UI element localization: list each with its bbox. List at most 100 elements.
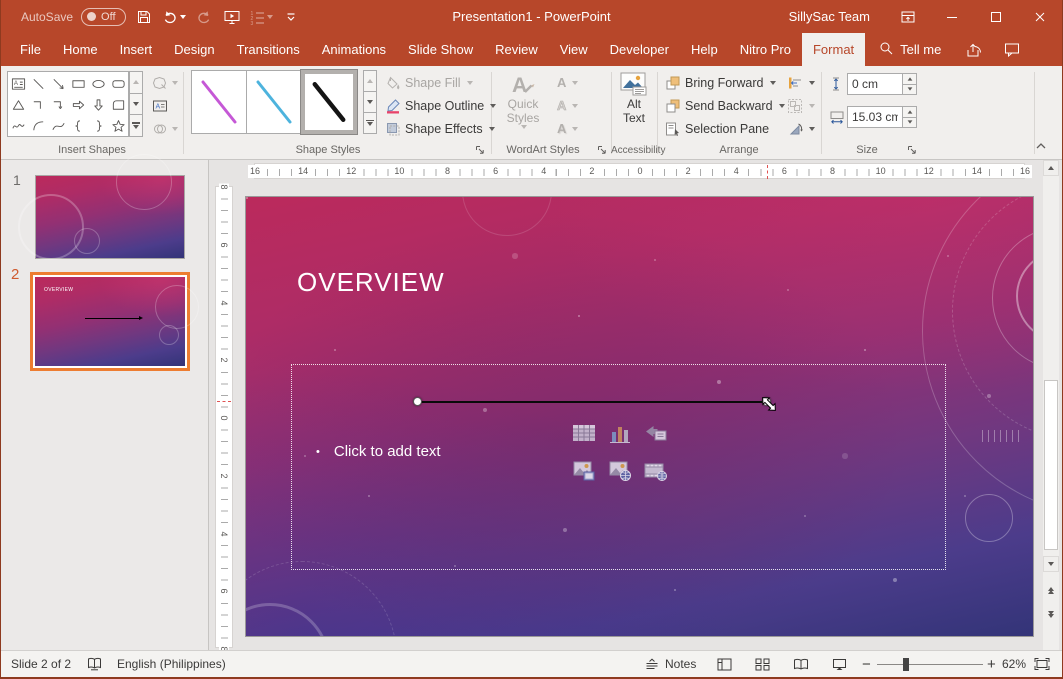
insert-chart-button[interactable] <box>607 421 633 447</box>
tab-animations[interactable]: Animations <box>311 33 397 66</box>
zoom-slider-thumb[interactable] <box>903 658 909 671</box>
shape-width-input[interactable] <box>847 106 903 128</box>
tell-me-box[interactable]: Tell me <box>865 33 955 66</box>
tab-nitro-pro[interactable]: Nitro Pro <box>729 33 802 66</box>
rotate-dropdown-icon[interactable] <box>809 127 815 131</box>
line-start-handle[interactable] <box>413 397 422 406</box>
gallery-more-icon[interactable] <box>129 115 143 137</box>
next-slide-icon[interactable] <box>1043 606 1059 622</box>
tab-help[interactable]: Help <box>680 33 729 66</box>
slide-title[interactable]: OVERVIEW <box>297 267 445 298</box>
rotate-button[interactable] <box>787 118 815 139</box>
rounded-rectangle-shape-icon[interactable] <box>108 73 128 94</box>
tab-view[interactable]: View <box>549 33 599 66</box>
style-scroll-down-icon[interactable] <box>363 92 377 113</box>
style-scroll-up-icon[interactable] <box>363 70 377 92</box>
gallery-scroll-down-icon[interactable] <box>129 94 143 116</box>
close-button[interactable] <box>1018 0 1062 33</box>
slide-canvas[interactable]: OVERVIEW • Click to add text <box>245 196 1034 637</box>
left-brace-shape-icon[interactable] <box>68 115 88 136</box>
scroll-up-icon[interactable] <box>1043 160 1059 176</box>
shape-effects-button[interactable]: Shape Effects <box>385 118 495 139</box>
comments-icon[interactable] <box>993 33 1031 66</box>
proofing-icon[interactable] <box>87 651 102 677</box>
previous-slide-icon[interactable] <box>1043 582 1059 598</box>
edit-shape-button[interactable] <box>150 72 180 93</box>
arc-shape-icon[interactable] <box>28 115 48 136</box>
rectangle-shape-icon[interactable] <box>68 73 88 94</box>
zoom-slider[interactable] <box>877 664 983 665</box>
align-dropdown-icon[interactable] <box>809 81 815 85</box>
slideshow-from-current-icon[interactable] <box>222 5 242 29</box>
shape-outline-dropdown-icon[interactable] <box>490 104 496 108</box>
tab-file[interactable]: File <box>9 33 52 66</box>
undo-icon[interactable] <box>162 5 186 29</box>
shape-height-input[interactable] <box>847 73 903 95</box>
slideshow-view-icon[interactable] <box>832 651 847 677</box>
autosave-toggle[interactable]: Off <box>81 8 125 26</box>
notes-toggle[interactable]: Notes <box>645 651 696 677</box>
customize-qat-icon[interactable] <box>281 5 301 29</box>
scrollbar-thumb[interactable] <box>1044 380 1058 550</box>
line-shape[interactable] <box>418 401 767 403</box>
text-box-button[interactable]: A <box>150 95 170 116</box>
maximize-button[interactable] <box>974 0 1018 33</box>
minimize-button[interactable] <box>930 0 974 33</box>
save-icon[interactable] <box>134 5 154 29</box>
style-black-line[interactable] <box>301 70 357 134</box>
scroll-down-icon[interactable] <box>1043 556 1059 572</box>
oval-shape-icon[interactable] <box>88 73 108 94</box>
text-box-shape-icon[interactable]: A <box>8 73 28 94</box>
send-backward-button[interactable]: Send Backward <box>665 95 785 116</box>
gallery-scroll-up-icon[interactable] <box>129 71 143 94</box>
tab-slide-show[interactable]: Slide Show <box>397 33 484 66</box>
tab-home[interactable]: Home <box>52 33 109 66</box>
insert-pictures-button[interactable] <box>571 458 597 484</box>
style-purple-line[interactable] <box>191 70 247 134</box>
slide-1-thumbnail[interactable] <box>35 175 185 259</box>
elbow-arrow-connector-shape-icon[interactable] <box>48 94 68 115</box>
snip-corner-rectangle-shape-icon[interactable] <box>108 94 128 115</box>
body-placeholder-text[interactable]: Click to add text <box>334 443 441 460</box>
tab-review[interactable]: Review <box>484 33 549 66</box>
style-more-icon[interactable] <box>363 113 377 134</box>
height-spinner[interactable] <box>903 73 917 95</box>
triangle-shape-icon[interactable] <box>8 94 28 115</box>
elbow-connector-shape-icon[interactable] <box>28 94 48 115</box>
selection-pane-button[interactable]: Selection Pane <box>665 118 769 139</box>
wordart-dialog-launcher-icon[interactable] <box>597 144 609 156</box>
alt-text-button[interactable]: Alt Text <box>613 71 655 137</box>
slide-sorter-view-icon[interactable] <box>755 651 770 677</box>
align-button[interactable] <box>787 72 815 93</box>
bring-forward-button[interactable]: Bring Forward <box>665 72 776 93</box>
line-shape-icon[interactable] <box>28 73 48 94</box>
fit-slide-to-window-icon[interactable] <box>1034 651 1050 677</box>
zoom-level[interactable]: 62% <box>1002 651 1026 677</box>
insert-online-pictures-button[interactable] <box>607 458 633 484</box>
slide-2-thumbnail[interactable]: OVERVIEW <box>30 272 190 371</box>
insert-table-button[interactable] <box>571 421 597 447</box>
zoom-in-button[interactable]: + <box>987 651 996 677</box>
tab-developer[interactable]: Developer <box>599 33 680 66</box>
content-placeholder[interactable]: • Click to add text <box>291 364 946 570</box>
right-brace-shape-icon[interactable] <box>88 115 108 136</box>
ribbon-display-options-icon[interactable] <box>886 0 930 33</box>
scribble-shape-icon[interactable] <box>8 115 28 136</box>
share-icon[interactable] <box>955 33 993 66</box>
insert-video-button[interactable] <box>643 458 669 484</box>
size-dialog-launcher-icon[interactable] <box>907 144 919 156</box>
insert-smartart-button[interactable] <box>643 421 669 447</box>
undo-dropdown-icon[interactable] <box>180 15 186 19</box>
reading-view-icon[interactable] <box>793 651 809 677</box>
tab-design[interactable]: Design <box>163 33 225 66</box>
send-backward-dropdown-icon[interactable] <box>779 104 785 108</box>
width-spinner[interactable] <box>903 106 917 128</box>
shape-outline-button[interactable]: Shape Outline <box>385 95 496 116</box>
down-arrow-shape-icon[interactable] <box>88 94 108 115</box>
arrow-shape-icon[interactable] <box>48 73 68 94</box>
tab-transitions[interactable]: Transitions <box>226 33 311 66</box>
curve-shape-icon[interactable] <box>48 115 68 136</box>
tab-format[interactable]: Format <box>802 33 865 66</box>
zoom-out-button[interactable]: − <box>862 651 871 677</box>
style-blue-line[interactable] <box>246 70 302 134</box>
